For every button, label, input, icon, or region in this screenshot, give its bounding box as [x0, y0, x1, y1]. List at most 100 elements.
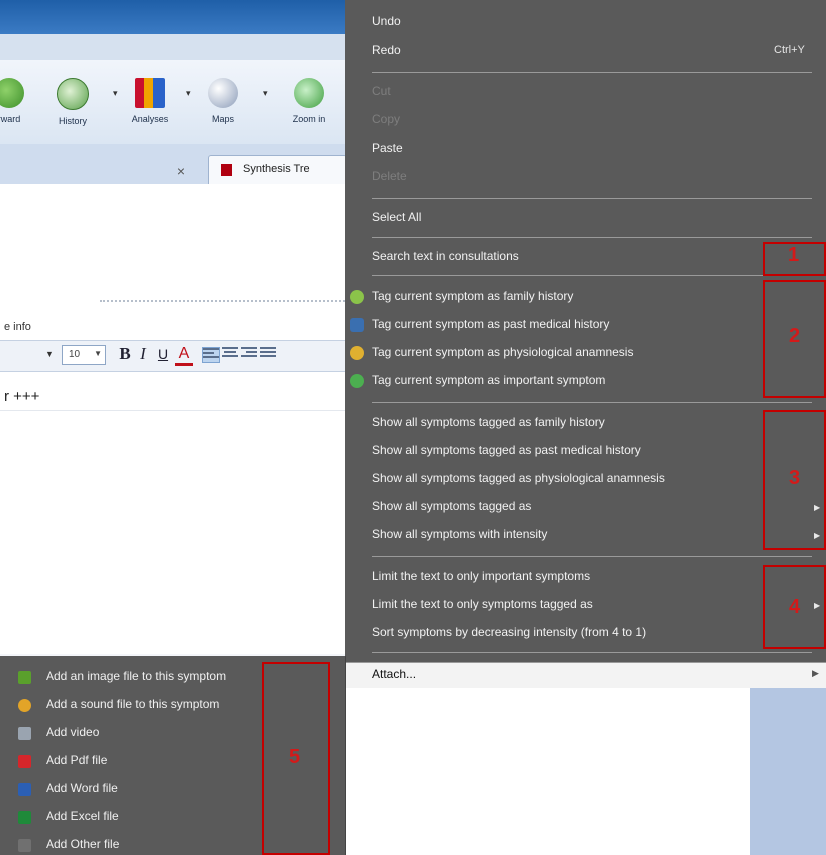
menu-item-paste[interactable]: Paste — [372, 141, 403, 155]
baby-icon — [350, 346, 364, 360]
bold-button[interactable]: B — [117, 344, 133, 364]
chevron-down-icon: ▼ — [94, 349, 102, 358]
dropdown-arrow[interactable]: ▾ — [186, 88, 191, 99]
menu-item-sort-intensity[interactable]: Sort symptoms by decreasing intensity (f… — [372, 625, 646, 639]
annotation-number-2: 2 — [789, 325, 801, 347]
menu-separator — [372, 237, 812, 238]
menu-separator — [372, 556, 812, 557]
analyses-button[interactable]: Analyses — [123, 78, 177, 138]
ribbon-tab-row — [0, 34, 345, 61]
forward-label: rward — [0, 114, 21, 124]
editor-line[interactable] — [0, 370, 345, 411]
history-icon — [57, 78, 89, 110]
submenu-arrow-icon: ▶ — [812, 668, 819, 678]
font-size-value: 10 — [69, 349, 81, 360]
globe-icon — [208, 78, 238, 108]
forward-button[interactable]: rward — [0, 78, 36, 138]
submenu-item-add-video[interactable]: Add video — [46, 725, 99, 739]
menu-item-tag-past-history[interactable]: Tag current symptom as past medical hist… — [372, 317, 609, 331]
document-icon — [221, 164, 232, 176]
pdf-icon — [18, 755, 31, 768]
menu-separator — [372, 402, 812, 403]
menu-item-cut: Cut — [372, 84, 391, 98]
redo-shortcut: Ctrl+Y — [774, 44, 805, 56]
menu-item-limit-tagged-as[interactable]: Limit the text to only symptoms tagged a… — [372, 597, 593, 611]
menu-item-tag-physiological[interactable]: Tag current symptom as physiological ana… — [372, 345, 633, 359]
ribbon-toolbar: rward History Analyses Maps Zoom in — [0, 60, 345, 145]
menu-item-limit-important[interactable]: Limit the text to only important symptom… — [372, 569, 590, 583]
dropdown-arrow[interactable]: ▾ — [113, 88, 118, 99]
submenu-item-add-word[interactable]: Add Word file — [46, 781, 118, 795]
menu-item-attach[interactable] — [345, 662, 826, 689]
annotation-number-5: 5 — [289, 746, 301, 768]
submenu-item-add-pdf[interactable]: Add Pdf file — [46, 753, 107, 767]
video-icon — [18, 727, 31, 740]
context-menu — [345, 0, 826, 664]
menu-item-show-tagged-as[interactable]: Show all symptoms tagged as — [372, 499, 531, 513]
menu-item-search-text[interactable]: Search text in consultations — [372, 249, 519, 263]
menu-item-show-physiological[interactable]: Show all symptoms tagged as physiologica… — [372, 471, 665, 485]
word-icon — [18, 783, 31, 796]
dropdown-arrow[interactable]: ▾ — [263, 88, 268, 99]
background-panel-blue — [750, 688, 826, 855]
submenu-item-add-sound[interactable]: Add a sound file to this symptom — [46, 697, 219, 711]
magnifier-icon — [294, 78, 324, 108]
sound-icon — [18, 699, 31, 712]
history-label: History — [58, 116, 87, 126]
tab-synthesis-label: Synthesis Tre — [243, 163, 310, 175]
info-label: e info — [4, 321, 31, 333]
underline-button[interactable]: U — [156, 344, 170, 364]
image-icon — [18, 671, 31, 684]
align-justify-button[interactable] — [260, 347, 276, 361]
annotation-number-1: 1 — [788, 244, 800, 266]
window-title-bar — [0, 0, 345, 34]
menu-item-undo[interactable]: Undo — [372, 14, 401, 28]
family-icon — [350, 290, 364, 304]
menu-separator — [372, 652, 812, 653]
history-button[interactable]: History — [46, 78, 100, 138]
person-icon — [350, 318, 364, 332]
menu-item-redo[interactable]: Redo — [372, 43, 401, 57]
excel-icon — [18, 811, 31, 824]
annotation-number-3: 3 — [789, 467, 801, 489]
background-panel — [345, 688, 750, 855]
menu-item-attach-label: Attach... — [372, 667, 417, 681]
tab-close-icon[interactable]: × — [173, 163, 189, 179]
editor-text[interactable]: r +++ — [4, 388, 39, 405]
font-color-swatch — [175, 363, 193, 366]
align-right-button[interactable] — [241, 347, 257, 361]
menu-separator — [372, 198, 812, 199]
italic-button[interactable]: I — [137, 344, 149, 364]
menu-item-tag-important[interactable]: Tag current symptom as important symptom — [372, 373, 605, 387]
submenu-item-add-other[interactable]: Add Other file — [46, 837, 119, 851]
font-dropdown-arrow[interactable]: ▼ — [45, 349, 54, 359]
maps-button[interactable]: Maps — [196, 78, 250, 138]
annotation-number-4: 4 — [789, 596, 801, 618]
menu-separator — [372, 72, 812, 73]
menu-item-show-family-history[interactable]: Show all symptoms tagged as family histo… — [372, 415, 605, 429]
menu-item-show-intensity[interactable]: Show all symptoms with intensity — [372, 527, 547, 541]
menu-item-copy: Copy — [372, 112, 401, 126]
menu-item-show-past-history[interactable]: Show all symptoms tagged as past medical… — [372, 443, 641, 457]
align-center-button[interactable] — [222, 347, 238, 361]
menu-item-tag-family-history[interactable]: Tag current symptom as family history — [372, 289, 573, 303]
menu-separator — [372, 275, 812, 276]
check-icon — [350, 374, 364, 388]
menu-item-delete: Delete — [372, 169, 407, 183]
panel-splitter[interactable] — [100, 300, 345, 302]
menu-item-select-all[interactable]: Select All — [372, 210, 421, 224]
align-left-button[interactable] — [202, 347, 220, 363]
forward-icon — [0, 78, 24, 108]
bar-chart-icon — [135, 78, 165, 108]
zoom-in-button[interactable]: Zoom in — [282, 78, 336, 138]
tab-synthesis[interactable]: Synthesis Tre — [208, 155, 347, 185]
file-icon — [18, 839, 31, 852]
maps-label: Maps — [211, 114, 234, 124]
zoom-in-label: Zoom in — [292, 114, 326, 124]
font-color-button[interactable]: A — [175, 344, 193, 364]
editor-panel — [0, 184, 345, 654]
submenu-item-add-excel[interactable]: Add Excel file — [46, 809, 119, 823]
font-size-select[interactable]: 10 ▼ — [62, 345, 106, 365]
submenu-item-add-image[interactable]: Add an image file to this symptom — [46, 669, 226, 683]
analyses-label: Analyses — [131, 114, 169, 124]
